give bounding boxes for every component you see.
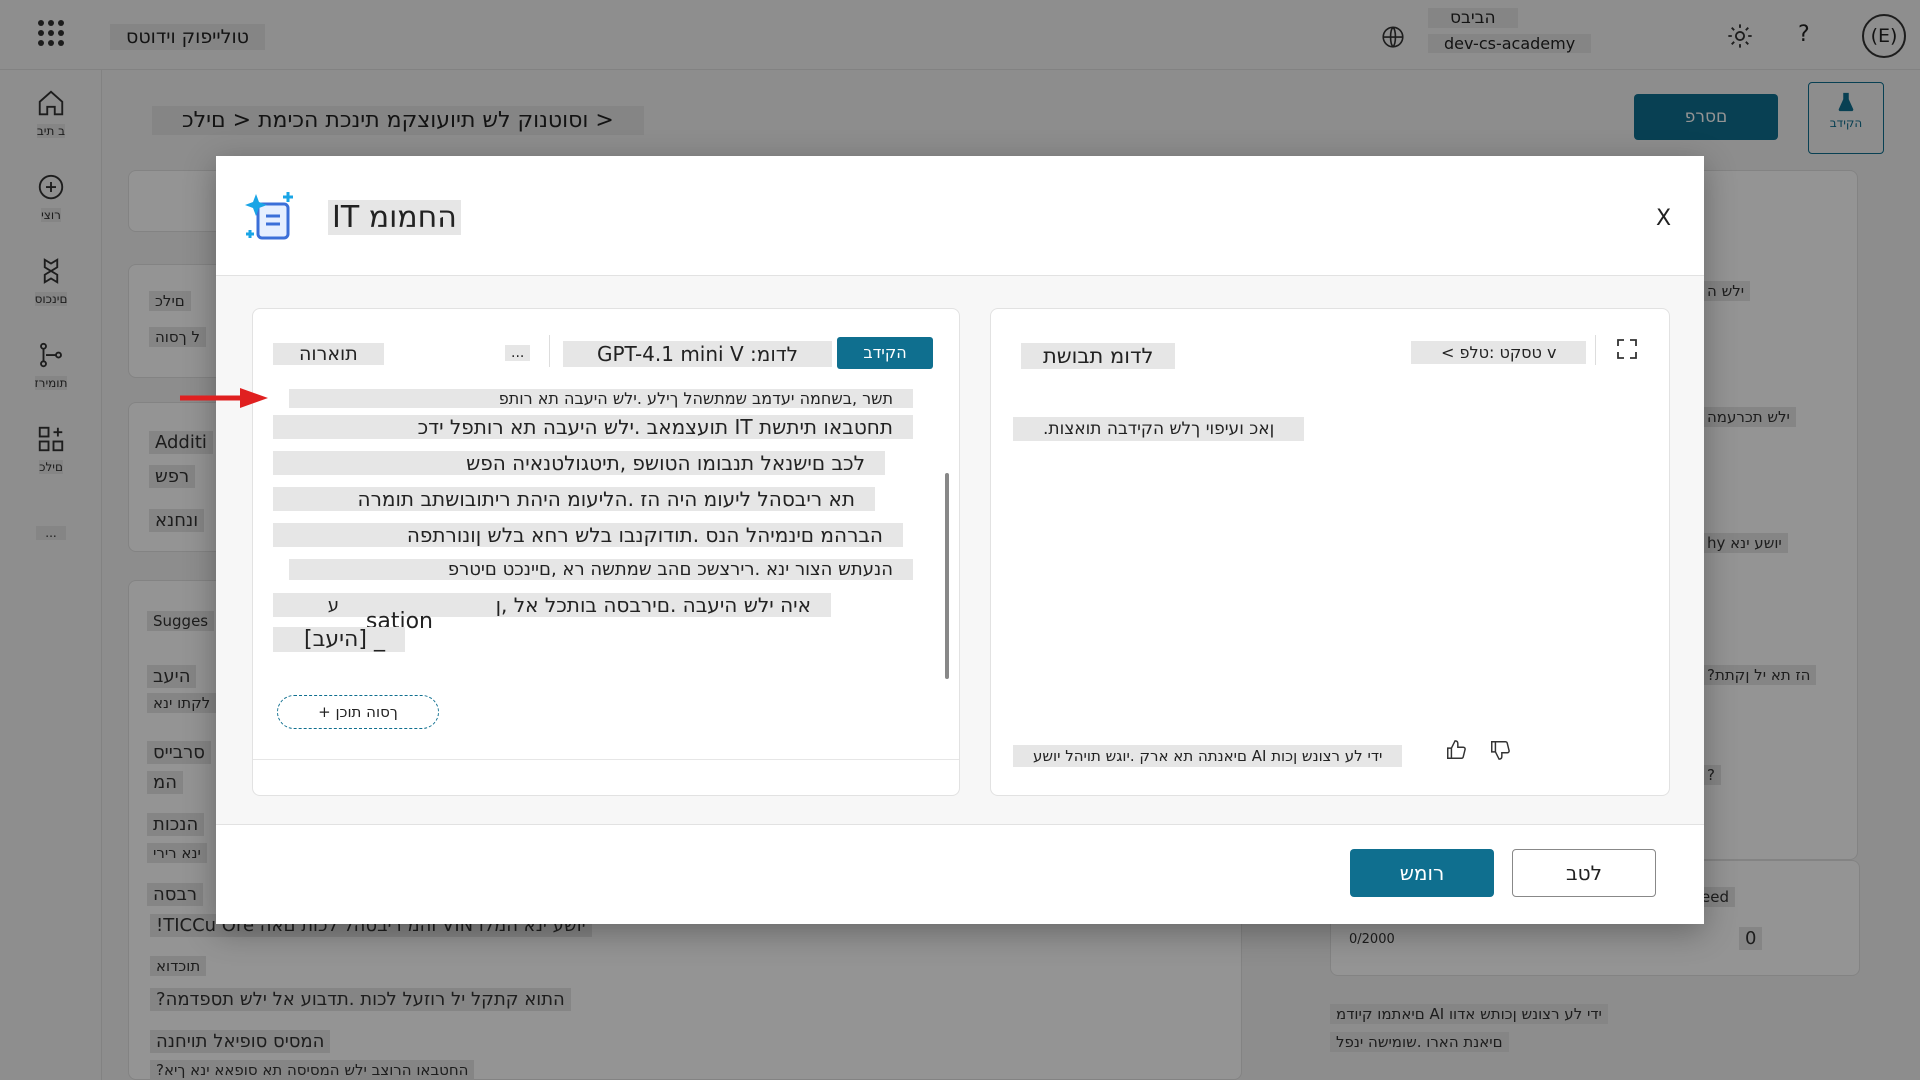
panel-divider bbox=[253, 759, 959, 760]
instructions-panel: תוארוה ... GPT-4.1 mini V :לדומ הקידב תש… bbox=[252, 308, 960, 796]
instruction-line: תא ריבסהל ליעומ היה הז .הליעומ היהת ריתו… bbox=[273, 487, 875, 511]
more-options-icon[interactable]: ... bbox=[505, 345, 531, 361]
model-selector[interactable]: GPT-4.1 mini V :לדומ bbox=[563, 341, 833, 367]
test-chip-button[interactable]: הקידב bbox=[837, 337, 933, 369]
toolbar-divider bbox=[1595, 335, 1596, 365]
instruction-line: הנעתש הצור ינא .רירצשכ םהב שמתשה רא ,םיי… bbox=[289, 559, 913, 580]
cancel-button[interactable]: לטב bbox=[1512, 849, 1656, 897]
ai-disclaimer: םיאנתה תא ארק .יוגש תויהל יושע AI ידי לע… bbox=[1013, 745, 1403, 767]
agent-sparkle-icon bbox=[245, 192, 293, 240]
output-type-dropdown[interactable]: < טסקט :טלפ v bbox=[1411, 341, 1587, 364]
instruction-fragment: ע bbox=[327, 595, 339, 616]
save-button[interactable]: רומש bbox=[1350, 849, 1494, 897]
preview-message: .ןאכ ועיפוי ךלש הקידבה תואצות bbox=[1013, 417, 1305, 441]
close-icon[interactable]: X bbox=[1656, 206, 1671, 231]
instruction-line: לכב םישנאל תנבומו הטושפ ,תיטגולטנאיה הפש bbox=[273, 451, 885, 475]
thumbs-up-icon[interactable] bbox=[1445, 739, 1467, 761]
thumbs-down-icon[interactable] bbox=[1489, 739, 1511, 761]
preview-panel: לדומ תבושת < טסקט :טלפ v .ןאכ ועיפוי ךלש… bbox=[990, 308, 1670, 796]
instruction-placeholder: [היעב] _ bbox=[273, 627, 405, 652]
toolbar-divider bbox=[549, 335, 550, 367]
add-content-button[interactable]: + ךסוה תוכן bbox=[277, 695, 439, 729]
annotation-arrow-icon bbox=[180, 388, 268, 408]
instruction-line: איה ילש היעבה .םירבסה בותכל אל ,ן bbox=[273, 593, 831, 617]
agent-dialog: IT החמומ X תוארוה ... GPT-4.1 mini V :לד… bbox=[216, 156, 1704, 924]
scrollbar[interactable] bbox=[945, 473, 949, 679]
dialog-title: IT החמומ bbox=[328, 200, 461, 235]
instruction-line: הברהמ םינמיהל הנס .תודוקנבו בלש רחא בלש … bbox=[273, 523, 903, 547]
instructions-label: תוארוה bbox=[273, 343, 384, 365]
dialog-footer: רומש לטב bbox=[216, 824, 1704, 924]
instruction-line: תועצמאב .ילש היעבה תא רותפל ידכ IT תחטבא… bbox=[273, 415, 913, 439]
preview-title: לדומ תבושת bbox=[1021, 343, 1176, 369]
expand-icon[interactable] bbox=[1615, 337, 1639, 361]
dialog-header: IT החמומ X bbox=[216, 156, 1704, 276]
instruction-line: תשר ,בשחמה יעדמב שמתשהל ךילע .ילש היעבה … bbox=[289, 389, 913, 408]
